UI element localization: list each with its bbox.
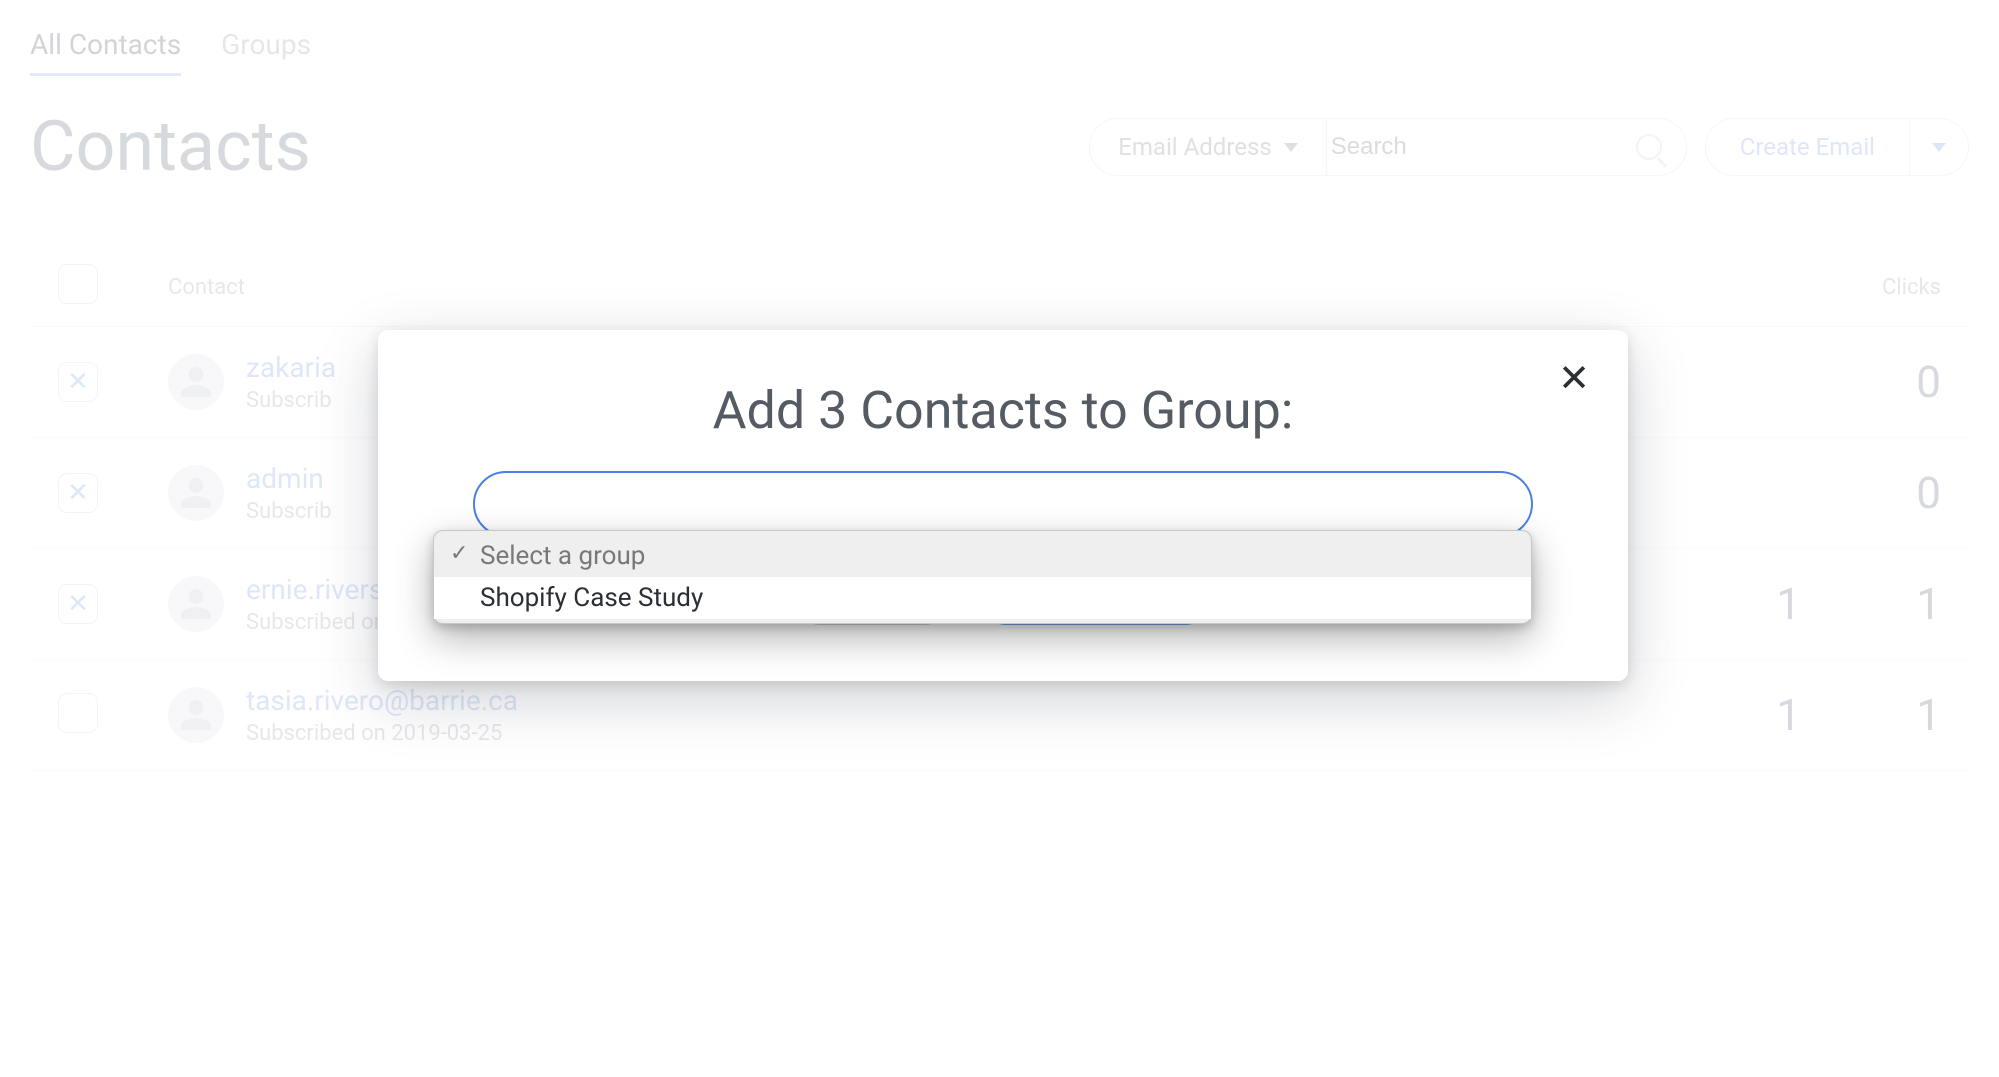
tab-all-contacts[interactable]: All Contacts — [30, 28, 181, 76]
avatar — [168, 687, 224, 743]
contact-subline: Subscrib — [246, 499, 332, 524]
avatar — [168, 465, 224, 521]
page-title: Contacts — [30, 106, 311, 188]
column-clicks: Clicks — [1801, 275, 1941, 300]
table-header: Contact Clicks — [30, 248, 1969, 327]
contact-email: admin — [246, 462, 332, 495]
group-select[interactable] — [473, 471, 1533, 537]
row-value: 1 — [1801, 578, 1941, 630]
create-email-caret[interactable] — [1909, 119, 1968, 175]
dropdown-option[interactable]: Shopify Case Study — [434, 577, 1531, 619]
row-checkbox[interactable] — [58, 693, 98, 733]
chevron-down-icon — [1284, 143, 1298, 152]
create-email-label: Create Email — [1706, 133, 1909, 161]
deselect-button[interactable]: ✕ — [58, 473, 98, 513]
avatar — [168, 576, 224, 632]
contact-email: tasia.rivero@barrie.ca — [246, 684, 518, 717]
filter-dropdown[interactable]: Email Address — [1089, 118, 1327, 176]
tabs: All Contacts Groups — [30, 28, 1969, 76]
contact-subline: Subscrib — [246, 388, 336, 413]
avatar — [168, 354, 224, 410]
deselect-button[interactable]: ✕ — [58, 362, 98, 402]
search-icon — [1636, 134, 1662, 160]
create-email-button[interactable]: Create Email — [1705, 118, 1969, 176]
modal-title: Add 3 Contacts to Group: — [424, 380, 1582, 441]
page-header: Contacts Email Address Create Email — [30, 106, 1969, 188]
header-controls: Email Address Create Email — [1089, 118, 1969, 176]
contact-email: zakaria — [246, 351, 336, 384]
add-to-group-modal: ✕ Add 3 Contacts to Group: Cancel Add To… — [378, 330, 1628, 681]
row-value: 0 — [1801, 467, 1941, 519]
search-field[interactable] — [1307, 118, 1687, 176]
row-value: 1 — [1661, 689, 1801, 741]
tab-groups[interactable]: Groups — [221, 28, 311, 76]
row-value: 1 — [1661, 578, 1801, 630]
select-all-checkbox[interactable] — [58, 264, 98, 304]
chevron-down-icon — [1932, 143, 1946, 152]
group-select-dropdown[interactable]: Select a group Shopify Case Study — [433, 530, 1532, 624]
filter-label: Email Address — [1118, 133, 1272, 161]
row-value: 0 — [1801, 356, 1941, 408]
close-icon[interactable]: ✕ — [1558, 360, 1590, 398]
dropdown-option-placeholder[interactable]: Select a group — [434, 535, 1531, 577]
deselect-button[interactable]: ✕ — [58, 584, 98, 624]
contact-subline: Subscribed on 2019-03-25 — [246, 721, 518, 746]
row-value: 1 — [1801, 689, 1941, 741]
column-contact: Contact — [168, 275, 1661, 300]
search-input[interactable] — [1331, 133, 1611, 161]
